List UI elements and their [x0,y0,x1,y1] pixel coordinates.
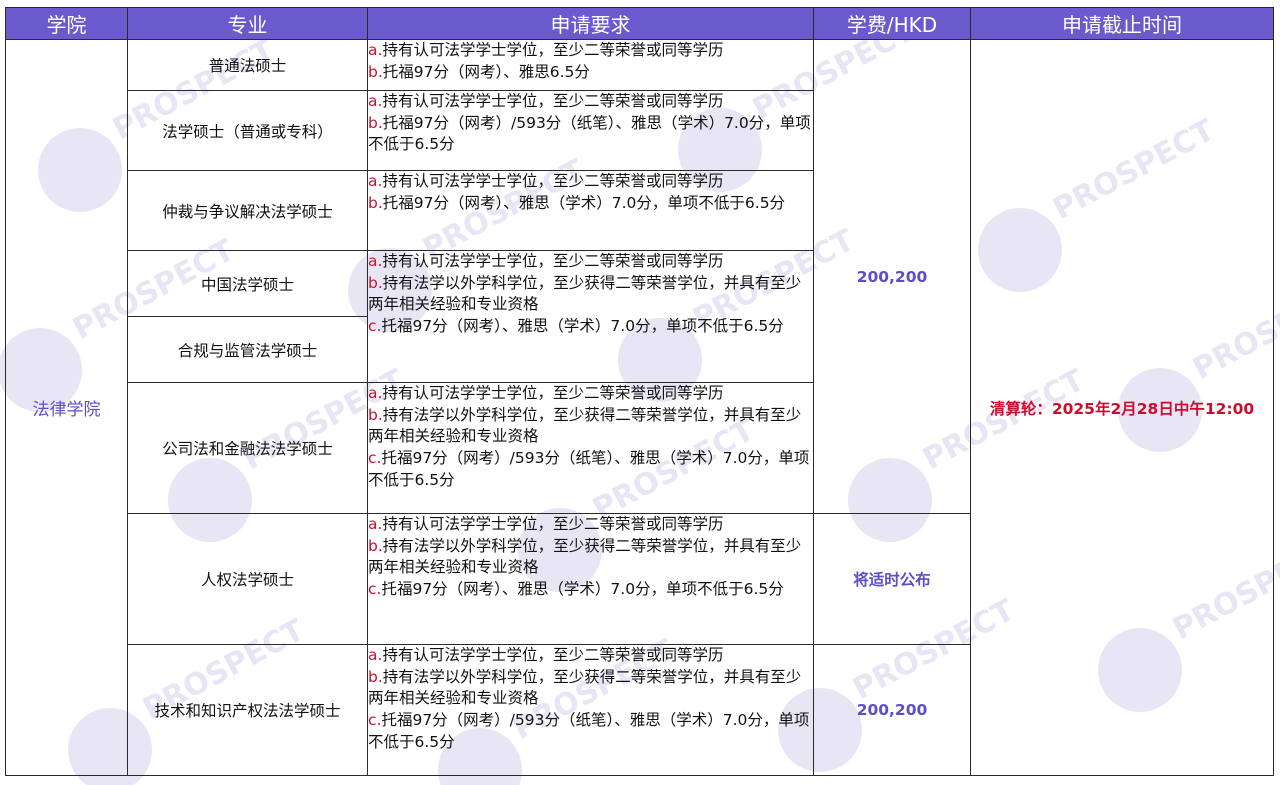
requirement-text: 持有认可法学学士学位，至少二等荣誉或同等学历 [382,92,724,110]
requirement-marker: a. [368,172,383,190]
fee-value: 200,200 [813,644,971,776]
header-fee: 学费/HKD [813,7,971,40]
requirement-marker: b. [368,193,383,212]
requirement-line: c.托福97分（网考）/593分（纸笔）、雅思（学术）7.0分，单项不低于6.5… [368,448,813,491]
header-requirements: 申请要求 [367,7,814,40]
requirement-marker: c. [368,580,382,599]
program-name: 技术和知识产权法法学硕士 [127,644,368,776]
requirement-line: b.持有法学以外学科学位，至少获得二等荣誉学位，并具有至少两年相关经验和专业资格 [368,667,813,710]
requirement-marker: b. [368,113,383,132]
header-row: 学院 专业 申请要求 学费/HKD 申请截止时间 [5,7,1274,40]
header-major: 专业 [127,7,368,40]
requirements-cell: a.持有认可法学学士学位，至少二等荣誉或同等学历 b.托福97分（网考）、雅思6… [367,39,814,91]
program-name: 仲裁与争议解决法学硕士 [127,170,368,251]
requirement-line: a.持有认可法学学士学位，至少二等荣誉或同等学历 [368,383,813,405]
requirement-line: a.持有认可法学学士学位，至少二等荣誉或同等学历 [368,514,813,536]
requirement-line: b.持有法学以外学科学位，至少获得二等荣誉学位，并具有至少两年相关经验和专业资格 [368,405,813,448]
requirement-text: 持有认可法学学士学位，至少二等荣誉或同等学历 [382,252,724,270]
requirement-text: 持有法学以外学科学位，至少获得二等荣誉学位，并具有至少两年相关经验和专业资格 [368,273,802,314]
table-row: 法律学院 普通法硕士 a.持有认可法学学士学位，至少二等荣誉或同等学历 b.托福… [5,39,1274,776]
requirement-marker: a. [368,41,383,59]
requirement-marker: a. [368,646,383,664]
requirements-cell: a.持有认可法学学士学位，至少二等荣誉或同等学历 b.持有法学以外学科学位，至少… [367,644,814,776]
requirement-marker: a. [368,252,383,270]
program-name: 普通法硕士 [127,39,368,91]
requirement-marker: b. [368,667,383,686]
requirement-marker: b. [368,62,383,81]
requirement-line: b.持有法学以外学科学位，至少获得二等荣誉学位，并具有至少两年相关经验和专业资格 [368,536,813,579]
requirement-line: b.持有法学以外学科学位，至少获得二等荣誉学位，并具有至少两年相关经验和专业资格 [368,273,813,316]
requirement-text: 托福97分（网考）/593分（纸笔）、雅思（学术）7.0分，单项不低于6.5分 [368,711,810,751]
requirement-marker: b. [368,405,383,424]
admissions-table: 学院 专业 申请要求 学费/HKD 申请截止时间 法律学院 普通法硕士 a.持有… [5,7,1274,776]
fee-value: 将适时公布 [813,513,971,645]
requirement-marker: b. [368,536,383,555]
requirement-line: a.持有认可法学学士学位，至少二等荣誉或同等学历 [368,251,813,273]
requirement-line: c.托福97分（网考）/593分（纸笔）、雅思（学术）7.0分，单项不低于6.5… [368,710,813,753]
requirement-line: c.托福97分（网考）、雅思（学术）7.0分，单项不低于6.5分 [368,316,813,338]
requirement-marker: a. [368,515,383,533]
requirement-text: 托福97分（网考）/593分（纸笔）、雅思（学术）7.0分，单项不低于6.5分 [368,449,810,489]
requirement-marker: c. [368,449,382,468]
requirement-marker: c. [368,711,382,730]
program-name: 法学硕士（普通或专科） [127,90,368,171]
header-school: 学院 [5,7,128,40]
requirement-text: 托福97分（网考）/593分（纸笔）、雅思（学术）7.0分，单项不低于6.5分 [368,113,811,154]
requirement-marker: c. [368,317,382,336]
requirement-text: 持有认可法学学士学位，至少二等荣誉或同等学历 [382,646,724,664]
requirements-cell: a.持有认可法学学士学位，至少二等荣誉或同等学历 b.持有法学以外学科学位，至少… [367,382,814,514]
requirement-text: 持有法学以外学科学位，至少获得二等荣誉学位，并具有至少两年相关经验和专业资格 [368,536,802,577]
requirements-cell: a.持有认可法学学士学位，至少二等荣誉或同等学历 b.持有法学以外学科学位，至少… [367,250,814,383]
requirement-line: b.托福97分（网考）、雅思6.5分 [368,62,813,84]
fee-value: 200,200 [813,39,971,514]
requirement-text: 持有认可法学学士学位，至少二等荣誉或同等学历 [382,172,724,190]
school-name: 法律学院 [5,39,128,776]
requirement-text: 持有法学以外学科学位，至少获得二等荣誉学位，并具有至少两年相关经验和专业资格 [368,667,802,708]
requirement-line: b.托福97分（网考）、雅思（学术）7.0分，单项不低于6.5分 [368,193,813,215]
header-deadline: 申请截止时间 [970,7,1274,40]
program-name: 公司法和金融法法学硕士 [127,382,368,514]
requirement-marker: a. [368,384,383,402]
requirement-text: 持有法学以外学科学位，至少获得二等荣誉学位，并具有至少两年相关经验和专业资格 [368,405,802,446]
program-name: 人权法学硕士 [127,513,368,645]
requirement-marker: b. [368,273,383,292]
requirement-marker: a. [368,92,383,110]
requirement-text: 托福97分（网考）、雅思（学术）7.0分，单项不低于6.5分 [382,193,786,212]
requirement-line: a.持有认可法学学士学位，至少二等荣誉或同等学历 [368,91,813,113]
requirement-text: 持有认可法学学士学位，至少二等荣誉或同等学历 [382,41,724,59]
program-name: 合规与监管法学硕士 [127,316,368,383]
requirements-cell: a.持有认可法学学士学位，至少二等荣誉或同等学历 b.托福97分（网考）/593… [367,90,814,171]
requirement-text: 持有认可法学学士学位，至少二等荣誉或同等学历 [382,384,724,402]
deadline-text: 清算轮：2025年2月28日中午12:00 [970,39,1274,776]
requirement-line: b.托福97分（网考）/593分（纸笔）、雅思（学术）7.0分，单项不低于6.5… [368,113,813,156]
requirement-text: 持有认可法学学士学位，至少二等荣誉或同等学历 [382,515,724,533]
requirement-line: a.持有认可法学学士学位，至少二等荣誉或同等学历 [368,40,813,62]
requirement-line: c.托福97分（网考）、雅思（学术）7.0分，单项不低于6.5分 [368,579,813,601]
requirement-text: 托福97分（网考）、雅思（学术）7.0分，单项不低于6.5分 [381,317,784,336]
requirement-line: a.持有认可法学学士学位，至少二等荣誉或同等学历 [368,171,813,193]
requirements-cell: a.持有认可法学学士学位，至少二等荣誉或同等学历 b.托福97分（网考）、雅思（… [367,170,814,251]
requirement-text: 托福97分（网考）、雅思（学术）7.0分，单项不低于6.5分 [381,580,784,599]
requirements-cell: a.持有认可法学学士学位，至少二等荣誉或同等学历 b.持有法学以外学科学位，至少… [367,513,814,645]
requirement-line: a.持有认可法学学士学位，至少二等荣誉或同等学历 [368,645,813,667]
program-name: 中国法学硕士 [127,250,368,317]
requirement-text: 托福97分（网考）、雅思6.5分 [382,62,590,81]
